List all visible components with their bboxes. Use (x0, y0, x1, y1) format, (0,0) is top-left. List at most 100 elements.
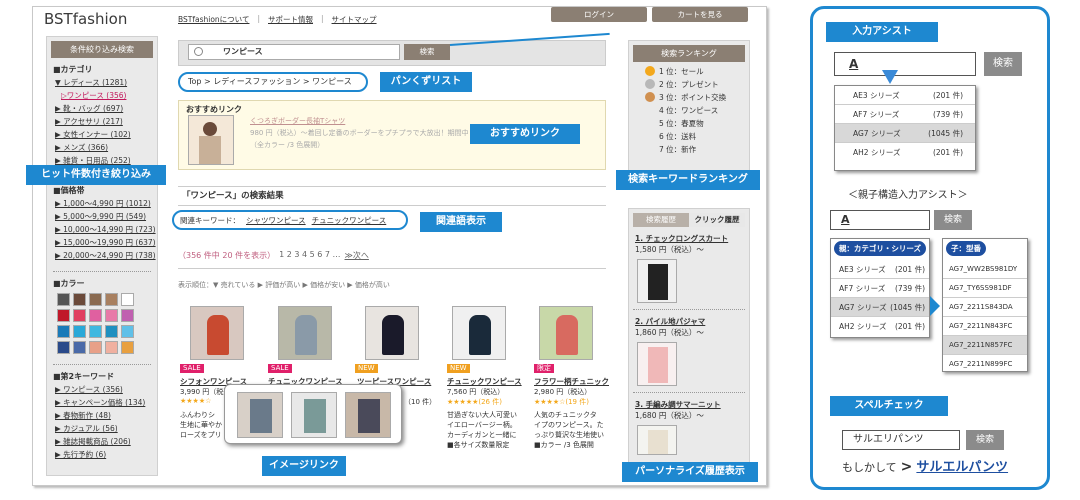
child-row[interactable]: AG7_2211N899FC (943, 355, 1027, 374)
parent-child-search-button[interactable]: 検索 (934, 210, 972, 230)
child-row-selected[interactable]: AG7_2211N857FC (943, 336, 1027, 355)
popup-image[interactable] (291, 392, 337, 438)
keyword2-item[interactable]: ▶ カジュアル (56) (55, 423, 149, 434)
color-swatch[interactable] (89, 341, 102, 354)
assist-search-button[interactable]: 検索 (984, 52, 1022, 76)
cart-button[interactable]: カートを見る (652, 7, 748, 22)
color-swatch[interactable] (105, 341, 118, 354)
category-inner[interactable]: ▶ 女性インナー (102) (55, 129, 149, 140)
color-swatch[interactable] (89, 325, 102, 338)
tab-search-history[interactable]: 検索履歴 (633, 213, 689, 227)
history-image[interactable] (637, 259, 677, 303)
color-swatch[interactable] (73, 309, 86, 322)
login-button[interactable]: ログイン (551, 7, 647, 22)
product-image[interactable] (278, 306, 332, 360)
color-swatch[interactable] (121, 309, 134, 322)
history-item-name[interactable]: 2. パイル地パジャマ (635, 316, 743, 327)
nav-sitemap[interactable]: サイトマップ (332, 14, 377, 25)
search-button[interactable]: 検索 (404, 44, 450, 60)
spell-suggestion-link[interactable]: サルエルパンツ (916, 456, 1008, 475)
keyword2-item[interactable]: ▶ キャンペーン価格 (134) (55, 397, 149, 408)
product-image[interactable] (452, 306, 506, 360)
page-numbers[interactable]: 1 2 3 4 5 6 7 … (279, 250, 340, 261)
parent-row[interactable]: AH2 シリーズ (201 件) (831, 317, 929, 336)
ranking-item[interactable]: 1 位：セール (645, 66, 741, 77)
keyword2-item[interactable]: ▶ ワンピース (356) (55, 384, 149, 395)
search-input[interactable]: ワンピース (188, 44, 400, 60)
product-image[interactable] (190, 306, 244, 360)
suggestion-row-selected[interactable]: AG7 シリーズ (1045 件) (835, 124, 975, 143)
price-range[interactable]: ▶ 15,000〜19,990 円 (637) (55, 237, 156, 248)
keyword2-item[interactable]: ▶ 先行予約 (6) (55, 449, 149, 460)
product-image[interactable] (365, 306, 419, 360)
parent-row[interactable]: AE3 シリーズ (201 件) (831, 260, 929, 279)
spell-input[interactable]: サルエリパンツ (842, 430, 960, 450)
suggestion-row[interactable]: AE3 シリーズ (201 件) (835, 86, 975, 105)
child-row[interactable]: AG7_2211N843FC (943, 317, 1027, 336)
ranking-item[interactable]: 6 位：送料 (659, 131, 741, 142)
child-row[interactable]: AG7_WW2BS981DY (943, 260, 1027, 279)
nav-about[interactable]: BSTfashionについて (178, 14, 249, 25)
popup-image[interactable] (345, 392, 391, 438)
suggestion-row[interactable]: AF7 シリーズ (739 件) (835, 105, 975, 124)
recommend-image[interactable] (188, 115, 234, 165)
breadcrumb[interactable]: Top > レディースファッション > ワンピース (178, 72, 368, 92)
color-swatch[interactable] (57, 341, 70, 354)
color-swatch[interactable] (105, 293, 118, 306)
assist-input[interactable]: A (834, 52, 976, 76)
product-name[interactable]: チュニックワンピース (447, 376, 529, 387)
suggestion-row[interactable]: AH2 シリーズ (201 件) (835, 143, 975, 162)
ranking-item[interactable]: 7 位：新作 (659, 144, 741, 155)
color-swatch[interactable] (105, 325, 118, 338)
parent-child-input[interactable]: A (830, 210, 930, 230)
color-swatch[interactable] (57, 293, 70, 306)
nav-support[interactable]: サポート情報 (268, 14, 313, 25)
color-swatch[interactable] (73, 293, 86, 306)
ranking-item[interactable]: 5 位：春夏物 (659, 118, 741, 129)
history-image[interactable] (637, 425, 677, 455)
price-range[interactable]: ▶ 1,000〜4,990 円 (1012) (55, 198, 151, 209)
history-item-name[interactable]: 1. チェックロングスカート (635, 233, 743, 244)
history-image[interactable] (637, 342, 677, 386)
ranking-item[interactable]: 3 位：ポイント交換 (645, 92, 741, 103)
price-range[interactable]: ▶ 10,000〜14,990 円 (723) (55, 224, 156, 235)
keyword2-item[interactable]: ▶ 雑誌掲載商品 (206) (55, 436, 149, 447)
tab-click-history[interactable]: クリック履歴 (689, 213, 745, 227)
color-swatch[interactable] (121, 293, 134, 306)
category-ladies[interactable]: ▼ レディース (1281) (55, 77, 149, 88)
spell-search-button[interactable]: 検索 (966, 430, 1004, 450)
color-swatch[interactable] (73, 325, 86, 338)
price-range[interactable]: ▶ 5,000〜9,990 円 (549) (55, 211, 149, 222)
color-swatch[interactable] (57, 309, 70, 322)
color-swatch[interactable] (57, 325, 70, 338)
popup-image[interactable] (237, 392, 283, 438)
color-swatch[interactable] (121, 341, 134, 354)
parent-row-selected[interactable]: AG7 シリーズ (1045 件) (831, 298, 929, 317)
keyword2-item[interactable]: ▶ 春物新作 (48) (55, 410, 149, 421)
ranking-item[interactable]: 4 位：ワンピース (659, 105, 741, 116)
color-swatch[interactable] (121, 325, 134, 338)
price-range[interactable]: ▶ 20,000〜24,990 円 (738) (55, 250, 156, 261)
color-swatch[interactable] (89, 293, 102, 306)
related-keyword[interactable]: チュニックワンピース (312, 215, 387, 226)
recommend-link[interactable]: くつろぎボーダー長袖Tシャツ (250, 116, 345, 126)
parent-row[interactable]: AF7 シリーズ (739 件) (831, 279, 929, 298)
sort-options[interactable]: 表示順位：▼ 売れている ▶ 評価が高い ▶ 価格が安い ▶ 価格が高い (178, 280, 390, 290)
site-logo[interactable]: BSTfashion (44, 10, 127, 28)
product-price: 2,980 円（税込） (534, 388, 592, 396)
category-shoes[interactable]: ▶ 靴・バッグ (697) (55, 103, 149, 114)
product-name[interactable]: フラワー柄チュニック (534, 376, 616, 387)
ranking-item[interactable]: 2 位：プレゼント (645, 79, 741, 90)
product-image[interactable] (539, 306, 593, 360)
category-accessory[interactable]: ▶ アクセサリ (217) (55, 116, 149, 127)
category-mens[interactable]: ▶ メンズ (366) (55, 142, 149, 153)
child-row[interactable]: AG7_TY6SS981DF (943, 279, 1027, 298)
category-onepiece[interactable]: ▷ワンピース (356) (61, 90, 149, 101)
next-link[interactable]: ≫次へ (345, 250, 369, 261)
color-swatch[interactable] (73, 341, 86, 354)
color-swatch[interactable] (105, 309, 118, 322)
color-swatch[interactable] (89, 309, 102, 322)
history-item-name[interactable]: 3. 手編み調サマーニット (635, 399, 743, 410)
child-row[interactable]: AG7_2211S843DA (943, 298, 1027, 317)
related-keyword[interactable]: シャツワンピース (246, 215, 306, 226)
